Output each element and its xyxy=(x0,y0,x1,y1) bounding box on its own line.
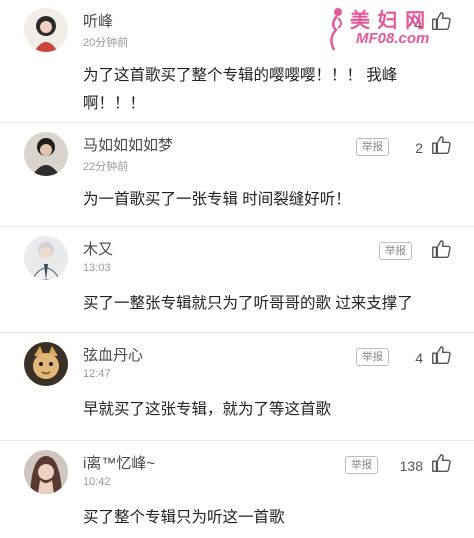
like-count: 4 xyxy=(415,350,423,366)
divider xyxy=(0,440,474,441)
user-name[interactable]: 木又 xyxy=(83,238,113,259)
thumbs-up-icon[interactable] xyxy=(430,10,452,32)
user-name[interactable]: i离™忆峰~ xyxy=(83,452,155,473)
thumbs-up-icon[interactable] xyxy=(430,452,452,474)
comment-text: 为了这首歌买了整个专辑的嘤嘤嘤！！！ 我峰啊！！！ xyxy=(83,67,398,112)
avatar[interactable] xyxy=(24,8,68,52)
comment-item: 弦血丹心 12:47 早就买了这张专辑，就为了等这首歌 举报 4 xyxy=(0,342,474,442)
comment-text: 买了整个专辑只为听这一首歌 xyxy=(83,509,285,526)
like-count: 4 xyxy=(414,16,422,32)
comment-time: 12:47 xyxy=(83,368,111,380)
report-button[interactable]: 举报 xyxy=(379,242,412,260)
comment-text: 买了一整张专辑就只为了听哥哥的歌 过来支撑了 xyxy=(83,295,413,312)
report-button[interactable]: 举报 xyxy=(345,456,378,474)
like-count: 138 xyxy=(399,458,423,474)
divider xyxy=(0,332,474,333)
avatar[interactable] xyxy=(24,132,68,176)
divider xyxy=(0,226,474,227)
comment-item: 马如如如如梦 22分钟前 为一首歌买了一张专辑 时间裂缝好听！ 举报 2 xyxy=(0,132,474,232)
comment-time: 20分钟前 xyxy=(83,37,129,49)
comment-text: 为一首歌买了一张专辑 时间裂缝好听！ xyxy=(83,191,351,208)
avatar[interactable] xyxy=(24,236,68,280)
user-name[interactable]: 马如如如如梦 xyxy=(83,134,173,155)
report-button[interactable]: 举报 xyxy=(356,348,389,366)
thumbs-up-icon[interactable] xyxy=(430,134,452,156)
user-name[interactable]: 弦血丹心 xyxy=(83,344,143,365)
comment-time: 10:42 xyxy=(83,476,111,488)
divider xyxy=(0,122,474,123)
thumbs-up-icon[interactable] xyxy=(430,344,452,366)
comment-text: 早就买了这张专辑，就为了等这首歌 xyxy=(83,401,332,418)
thumbs-up-icon[interactable] xyxy=(430,238,452,260)
avatar[interactable] xyxy=(24,342,68,386)
user-name[interactable]: 听峰 xyxy=(83,10,113,31)
comment-time: 22分钟前 xyxy=(83,161,129,173)
comment-item: 听峰 20分钟前 为了这首歌买了整个专辑的嘤嘤嘤！！！ 我峰啊！！！ 4 xyxy=(0,8,474,124)
comment-item: i离™忆峰~ 10:42 买了整个专辑只为听这一首歌 举报 138 xyxy=(0,450,474,538)
comment-time: 13:03 xyxy=(83,262,111,274)
report-button[interactable]: 举报 xyxy=(356,138,389,156)
avatar[interactable] xyxy=(24,450,68,494)
comment-item: 木又 13:03 买了一整张专辑就只为了听哥哥的歌 过来支撑了 举报 xyxy=(0,236,474,336)
like-count: 2 xyxy=(415,140,423,156)
